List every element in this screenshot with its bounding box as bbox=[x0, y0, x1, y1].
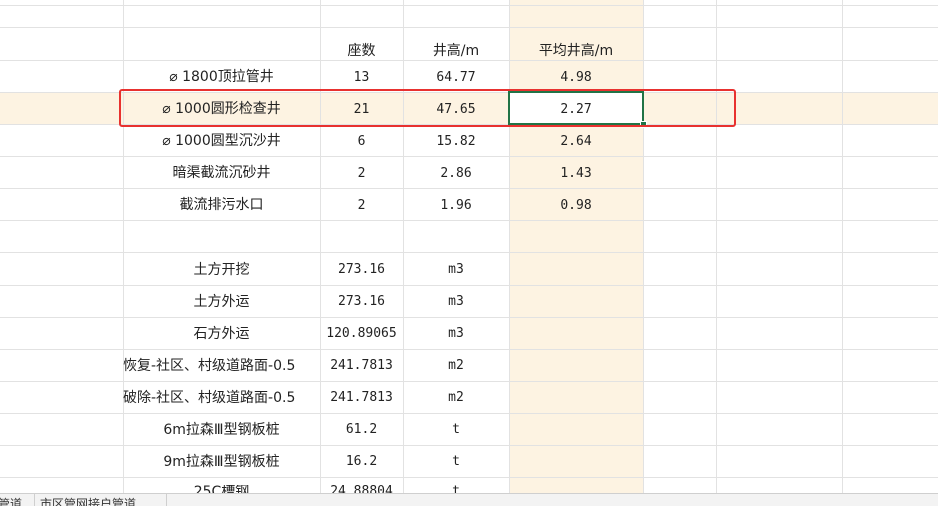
well-avg-height[interactable]: 0.98 bbox=[509, 190, 643, 220]
well-height[interactable]: 15.82 bbox=[403, 126, 509, 156]
quantity-name[interactable]: 6m拉森Ⅲ型钢板桩 bbox=[123, 414, 320, 445]
well-name[interactable]: 截流排污水口 bbox=[123, 190, 320, 220]
quantity-value[interactable]: 120.89065 bbox=[320, 318, 403, 349]
well-count[interactable]: 13 bbox=[320, 62, 403, 92]
grid-line bbox=[0, 188, 938, 189]
well-avg-height[interactable]: 2.64 bbox=[509, 126, 643, 156]
quantity-value[interactable]: 273.16 bbox=[320, 254, 403, 285]
well-height[interactable]: 1.96 bbox=[403, 190, 509, 220]
quantity-name[interactable]: 9m拉森Ⅲ型钢板桩 bbox=[123, 446, 320, 477]
grid-line bbox=[0, 252, 938, 253]
header-count[interactable]: 座数 bbox=[320, 37, 403, 65]
quantity-unit[interactable]: m3 bbox=[403, 286, 509, 317]
well-avg-height[interactable]: 4.98 bbox=[509, 62, 643, 92]
quantity-unit[interactable]: t bbox=[403, 446, 509, 477]
quantity-name[interactable]: 破除-社区、村级道路面-0.5 bbox=[123, 382, 320, 413]
quantity-unit[interactable]: t bbox=[403, 414, 509, 445]
well-count[interactable]: 2 bbox=[320, 190, 403, 220]
grid-line bbox=[0, 477, 938, 478]
well-count[interactable]: 6 bbox=[320, 126, 403, 156]
well-avg-height[interactable]: 1.43 bbox=[509, 158, 643, 188]
sheet-tab[interactable]: 市区管网接户管道 bbox=[34, 494, 167, 506]
quantity-name[interactable]: 土方外运 bbox=[123, 286, 320, 317]
sheet-tab-bar: 管道 市区管网接户管道 bbox=[0, 493, 938, 506]
well-name[interactable]: 暗渠截流沉砂井 bbox=[123, 158, 320, 188]
header-height[interactable]: 井高/m bbox=[403, 37, 509, 65]
header-avg-height[interactable]: 平均井高/m bbox=[509, 37, 643, 65]
quantity-value[interactable]: 273.16 bbox=[320, 286, 403, 317]
grid-line bbox=[0, 220, 938, 221]
grid-line bbox=[0, 27, 938, 28]
grid-line bbox=[0, 156, 938, 157]
well-height[interactable]: 64.77 bbox=[403, 62, 509, 92]
quantity-unit[interactable]: m2 bbox=[403, 350, 509, 381]
well-count[interactable]: 2 bbox=[320, 158, 403, 188]
highlight-annotation-box bbox=[119, 89, 736, 127]
quantity-value[interactable]: 61.2 bbox=[320, 414, 403, 445]
quantity-value[interactable]: 16.2 bbox=[320, 446, 403, 477]
spreadsheet-grid[interactable]: 座数 井高/m 平均井高/m ⌀ 1800顶拉管井 13 64.77 4.98 … bbox=[0, 0, 938, 505]
quantity-name[interactable]: 土方开挖 bbox=[123, 254, 320, 285]
quantity-unit[interactable]: m3 bbox=[403, 254, 509, 285]
well-name[interactable]: ⌀ 1000圆型沉沙井 bbox=[123, 126, 320, 156]
sheet-tab[interactable]: 管道 bbox=[0, 494, 35, 506]
grid-line bbox=[0, 5, 938, 6]
quantity-name[interactable]: 石方外运 bbox=[123, 318, 320, 349]
well-height[interactable]: 2.86 bbox=[403, 158, 509, 188]
quantity-value[interactable]: 241.7813 bbox=[320, 382, 403, 413]
quantity-unit[interactable]: m3 bbox=[403, 318, 509, 349]
quantity-name[interactable]: 恢复-社区、村级道路面-0.5 bbox=[123, 350, 320, 381]
quantity-unit[interactable]: m2 bbox=[403, 382, 509, 413]
quantity-value[interactable]: 241.7813 bbox=[320, 350, 403, 381]
well-name[interactable]: ⌀ 1800顶拉管井 bbox=[123, 62, 320, 92]
